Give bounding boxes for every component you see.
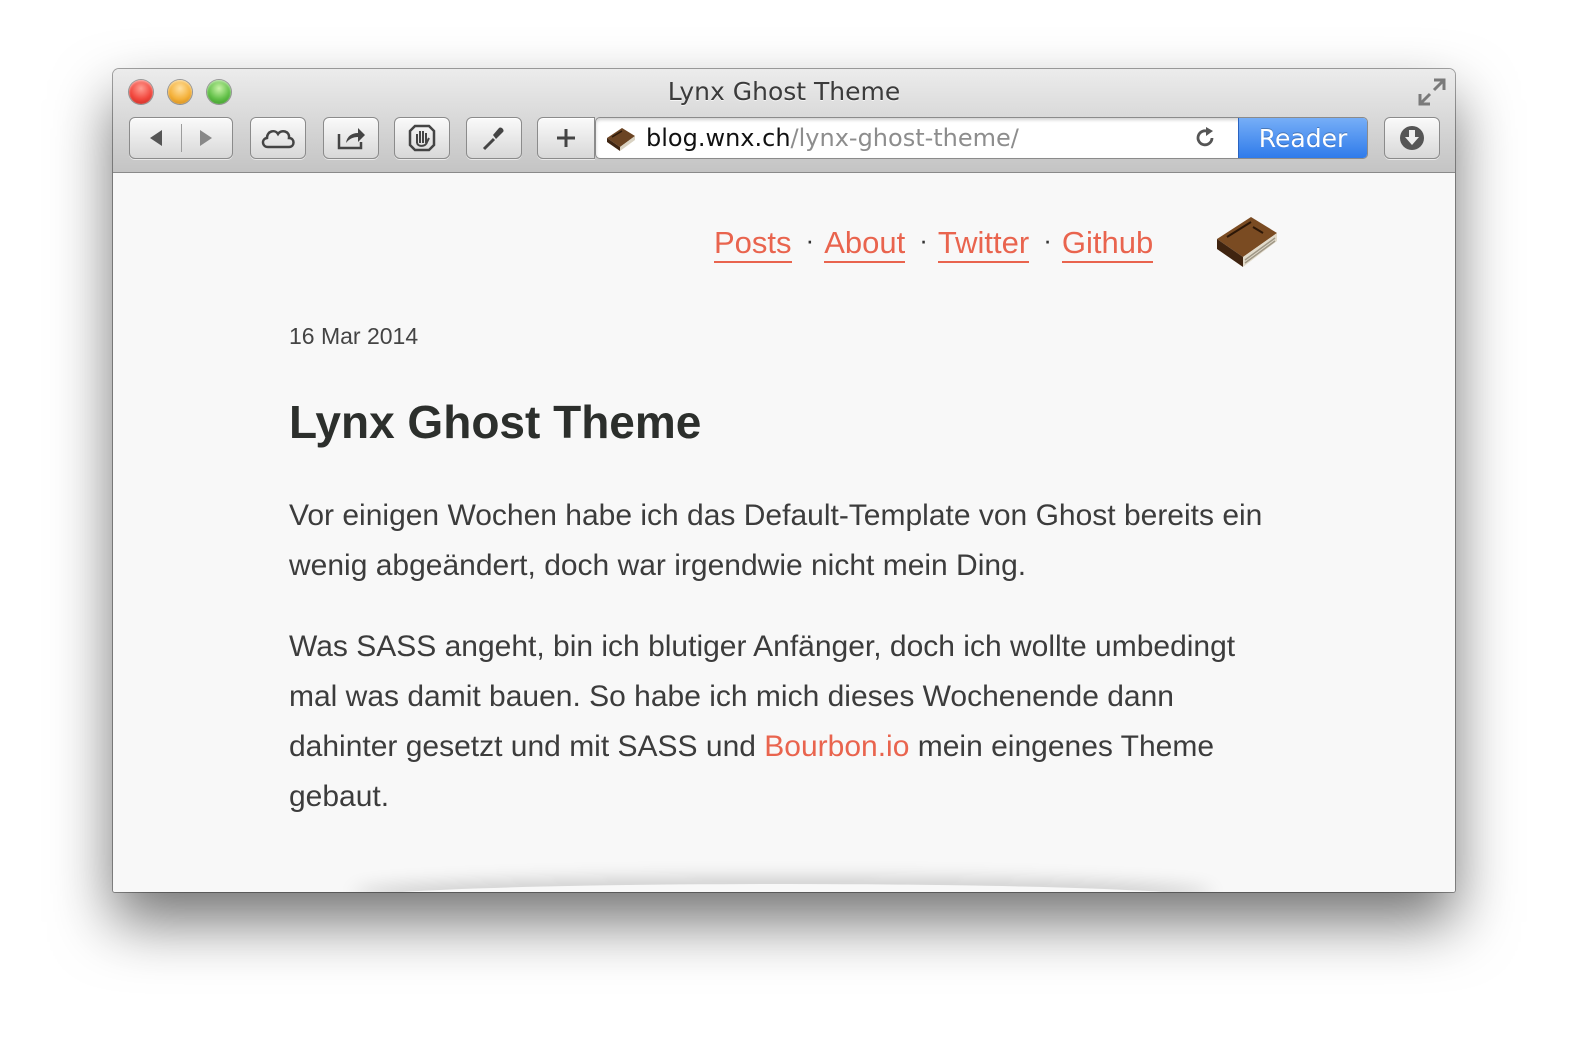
site-navigation: Posts · About · Twitter · Github — [714, 225, 1154, 263]
browser-window: Lynx Ghost Theme blog.wnx.ch/lynx-ghost-… — [113, 69, 1455, 892]
nav-separator: · — [805, 225, 815, 255]
page-content: Posts · About · Twitter · Github 16 Mar 2014 L… — [113, 173, 1455, 892]
reload-button[interactable] — [1193, 126, 1217, 154]
back-forward-buttons — [129, 117, 233, 159]
downloads-icon — [1400, 126, 1424, 150]
icloud-icon — [261, 129, 295, 149]
fullscreen-icon[interactable] — [1417, 77, 1447, 107]
forward-icon — [200, 130, 212, 146]
downloads-button[interactable] — [1384, 117, 1440, 159]
reload-icon — [1196, 127, 1214, 147]
nav-separator: · — [919, 225, 928, 255]
url-path: /lynx-ghost-theme/ — [790, 124, 1019, 152]
site-favicon — [607, 128, 635, 151]
post-paragraph: Was SASS angeht, bin ich blutiger Anfäng… — [289, 622, 1279, 822]
adblock-icon — [408, 124, 436, 152]
nav-link-posts[interactable]: Posts — [714, 225, 792, 263]
address-bar[interactable]: blog.wnx.ch/lynx-ghost-theme/ Reader — [595, 117, 1368, 159]
window-title: Lynx Ghost Theme — [667, 77, 901, 106]
new-tab-icon — [557, 129, 575, 147]
back-icon — [150, 130, 162, 146]
post-date: 16 Mar 2014 — [289, 323, 419, 349]
post-body: Vor einigen Wochen habe ich das Default-… — [289, 491, 1279, 853]
new-tab-button[interactable] — [537, 117, 595, 159]
nav-link-github[interactable]: Github — [1061, 225, 1154, 263]
site-logo[interactable] — [1213, 213, 1281, 277]
tools-icon — [482, 127, 504, 151]
content-shadow — [353, 884, 1213, 892]
share-icon — [337, 128, 365, 150]
adblock-button[interactable] — [394, 117, 450, 159]
nav-link-twitter[interactable]: Twitter — [937, 225, 1030, 263]
reader-button[interactable]: Reader — [1238, 118, 1367, 158]
url-domain: blog.wnx.ch — [646, 124, 791, 152]
bourbon-link[interactable]: Bourbon.io — [764, 730, 909, 763]
nav-separator: · — [1043, 225, 1052, 255]
book-logo-icon — [1217, 217, 1277, 267]
back-button[interactable] — [130, 118, 182, 158]
forward-button[interactable] — [180, 118, 232, 158]
post-title: Lynx Ghost Theme — [289, 396, 702, 448]
nav-link-about[interactable]: About — [824, 225, 906, 263]
share-button[interactable] — [323, 117, 379, 159]
url-text: blog.wnx.ch/lynx-ghost-theme/ — [646, 124, 1019, 152]
title-bar: Lynx Ghost Theme blog.wnx.ch/lynx-ghost-… — [113, 69, 1455, 173]
icloud-tabs-button[interactable] — [250, 117, 306, 159]
post-paragraph: Vor einigen Wochen habe ich das Default-… — [289, 499, 1263, 582]
tools-button[interactable] — [466, 117, 522, 159]
